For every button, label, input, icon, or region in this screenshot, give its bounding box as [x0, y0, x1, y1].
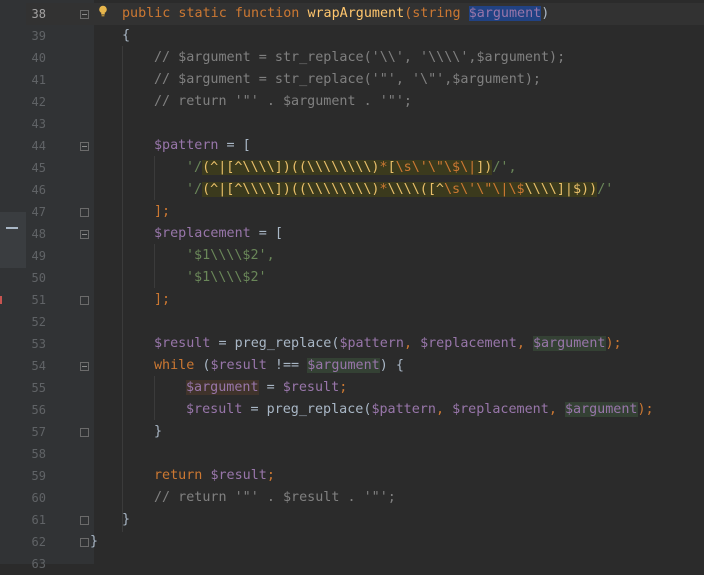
line-number[interactable]: 41 [26, 69, 46, 91]
fold-marker-icon[interactable] [80, 516, 89, 525]
line-number[interactable]: 46 [26, 179, 46, 201]
indent-guide [122, 46, 123, 532]
fold-marker-icon[interactable] [80, 296, 89, 305]
code-line-42[interactable]: // return '"' . $argument . '"'; [154, 91, 412, 113]
code-line-40[interactable]: // $argument = str_replace('\\', '\\\\',… [154, 47, 565, 69]
line-number[interactable]: 59 [26, 465, 46, 487]
fold-marker-icon[interactable] [80, 10, 89, 19]
code-line-49[interactable]: '$1\\\\$2', [186, 245, 275, 267]
line-number[interactable]: 55 [26, 377, 46, 399]
code-line-38[interactable]: public static function wrapArgument(stri… [122, 3, 549, 25]
indent-guide [154, 244, 155, 288]
code-line-44[interactable]: $pattern = [ [154, 135, 251, 157]
line-number[interactable]: 56 [26, 399, 46, 421]
fold-marker-icon[interactable] [80, 230, 89, 239]
code-line-54[interactable]: while ($result !== $argument) { [154, 355, 404, 377]
line-number[interactable]: 53 [26, 333, 46, 355]
line-number[interactable]: 44 [26, 135, 46, 157]
indent-guide [154, 376, 155, 420]
line-number[interactable]: 63 [26, 553, 46, 575]
tool-strip-highlight [0, 212, 26, 268]
line-number[interactable]: 52 [26, 311, 46, 333]
code-line-45[interactable]: '/(^|[^\\\\])((\\\\\\\\)*[\s\'\"\$\|])/'… [186, 157, 517, 179]
code-line-48[interactable]: $replacement = [ [154, 223, 283, 245]
fold-marker-icon[interactable] [80, 538, 89, 547]
code-line-47[interactable]: ]; [154, 201, 170, 223]
line-number[interactable]: 39 [26, 25, 46, 47]
error-stripe-marker[interactable] [0, 296, 2, 304]
code-line-39[interactable]: { [122, 25, 130, 47]
line-number[interactable]: 51 [26, 289, 46, 311]
line-number[interactable]: 47 [26, 201, 46, 223]
line-number[interactable]: 60 [26, 487, 46, 509]
code-line-50[interactable]: '$1\\\\$2' [186, 267, 267, 289]
code-line-62[interactable]: } [90, 531, 98, 553]
line-number[interactable]: 48 [26, 223, 46, 245]
fold-marker-icon[interactable] [80, 142, 89, 151]
code-line-51[interactable]: ]; [154, 289, 170, 311]
code-line-56[interactable]: $result = preg_replace($pattern, $replac… [186, 399, 654, 421]
line-number[interactable]: 38 [26, 3, 46, 25]
fold-marker-icon[interactable] [80, 428, 89, 437]
code-line-41[interactable]: // $argument = str_replace('"', '\"',$ar… [154, 69, 541, 91]
line-number[interactable]: 58 [26, 443, 46, 465]
line-number[interactable]: 42 [26, 91, 46, 113]
line-number[interactable]: 45 [26, 157, 46, 179]
line-number[interactable]: 40 [26, 47, 46, 69]
code-line-57[interactable]: } [154, 421, 162, 443]
code-line-61[interactable]: } [122, 509, 130, 531]
code-line-60[interactable]: // return '"' . $result . '"'; [154, 487, 396, 509]
left-tool-strip [0, 0, 26, 564]
line-number[interactable]: 61 [26, 509, 46, 531]
code-line-46[interactable]: '/(^|[^\\\\])((\\\\\\\\)*\\\\([^\s\'\"\|… [186, 179, 613, 201]
fold-marker-icon[interactable] [80, 362, 89, 371]
collapse-icon[interactable] [6, 227, 18, 229]
line-number[interactable]: 54 [26, 355, 46, 377]
line-number[interactable]: 62 [26, 531, 46, 553]
code-line-59[interactable]: return $result; [154, 465, 275, 487]
line-number[interactable]: 43 [26, 113, 46, 135]
code-line-55[interactable]: $argument = $result; [186, 377, 347, 399]
lightbulb-icon[interactable] [98, 5, 108, 17]
line-number[interactable]: 50 [26, 267, 46, 289]
indent-guide [154, 156, 155, 200]
fold-marker-icon[interactable] [80, 208, 89, 217]
code-line-53[interactable]: $result = preg_replace($pattern, $replac… [154, 333, 622, 355]
line-number[interactable]: 49 [26, 245, 46, 267]
line-number[interactable]: 57 [26, 421, 46, 443]
